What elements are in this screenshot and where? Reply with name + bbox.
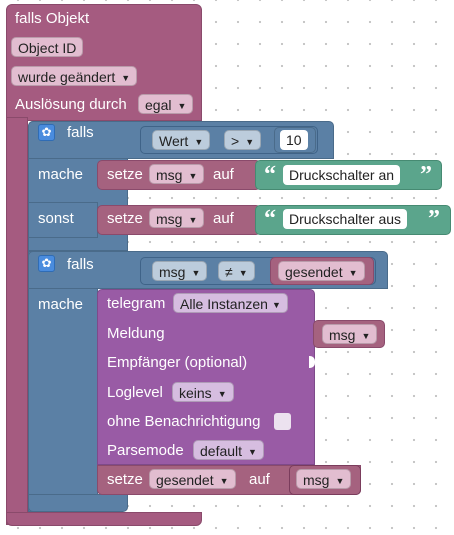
sent-value-value: msg — [303, 472, 330, 488]
if2-if-label: falls — [67, 256, 94, 273]
set-label: setze — [107, 166, 143, 183]
silent-checkbox[interactable] — [274, 413, 291, 430]
text-field-then[interactable]: Druckschalter an — [283, 165, 401, 185]
message-variable-dropdown[interactable]: msg ▼ — [322, 324, 378, 344]
if1-else-label: sonst — [38, 210, 74, 227]
compare-left-dropdown[interactable]: msg ▼ — [152, 261, 208, 281]
change-type-dropdown[interactable]: wurde geändert ▼ — [11, 66, 138, 86]
if1-if-label: falls — [67, 124, 94, 141]
set-var-value: msg — [156, 167, 183, 183]
chevron-down-icon: ▼ — [348, 268, 358, 278]
sent-value-dropdown[interactable]: msg ▼ — [296, 469, 352, 489]
quote-close-icon: ” — [420, 162, 432, 188]
quote-close-icon: ” — [428, 206, 440, 232]
chevron-down-icon: ▼ — [217, 389, 227, 399]
set-label: setze — [107, 471, 143, 488]
compare-operator-value: > — [231, 133, 240, 149]
if-block[interactable] — [28, 251, 98, 512]
set-var-dropdown[interactable]: msg ▼ — [149, 164, 205, 184]
telegram-label: telegram — [107, 295, 166, 312]
chevron-down-icon: ▼ — [271, 300, 281, 310]
if1-do-label: mache — [38, 166, 84, 183]
compare-right-value: gesendet — [285, 264, 343, 280]
settings-gear-icon[interactable]: ✿ — [38, 124, 55, 141]
message-variable-value: msg — [329, 327, 356, 343]
object-id-field[interactable]: Object ID — [11, 37, 84, 57]
set-label: setze — [107, 210, 143, 227]
compare-right-dropdown[interactable]: gesendet ▼ — [278, 261, 365, 281]
compare-left-value: msg — [159, 264, 186, 280]
object-id-label: Object ID — [18, 40, 77, 56]
number-value-field[interactable]: 10 — [280, 130, 308, 150]
compare-operator-dropdown[interactable]: > ▼ — [224, 130, 262, 150]
text-field-else[interactable]: Druckschalter aus — [283, 209, 408, 229]
on-object-change-block-footer — [6, 512, 202, 526]
loglevel-dropdown[interactable]: keins ▼ — [172, 382, 234, 402]
silent-label: ohne Benachrichtigung — [107, 413, 261, 430]
chevron-down-icon: ▼ — [245, 137, 255, 147]
chevron-down-icon: ▼ — [121, 73, 131, 83]
compare-operator-value: ≠ — [225, 264, 233, 280]
quote-open-icon: “ — [264, 206, 276, 232]
set-var-value: msg — [156, 211, 183, 227]
parsemode-dropdown[interactable]: default ▼ — [193, 440, 264, 460]
quote-open-icon: “ — [264, 162, 276, 188]
chevron-down-icon: ▼ — [191, 268, 201, 278]
compare-left-dropdown[interactable]: Wert ▼ — [152, 130, 211, 150]
message-label: Meldung — [107, 325, 165, 342]
set-var-dropdown[interactable]: msg ▼ — [149, 208, 205, 228]
chevron-down-icon: ▼ — [238, 268, 248, 278]
trigger-source-dropdown[interactable]: egal ▼ — [138, 94, 194, 114]
chevron-down-icon: ▼ — [188, 215, 198, 225]
parsemode-label: Parsemode — [107, 442, 184, 459]
to-label: auf — [213, 210, 234, 227]
chevron-down-icon: ▼ — [219, 476, 229, 486]
recipient-label: Empfänger (optional) — [107, 354, 248, 371]
settings-gear-icon[interactable]: ✿ — [38, 255, 55, 272]
if2-do-label: mache — [38, 296, 84, 313]
chevron-down-icon: ▼ — [194, 137, 204, 147]
compare-left-value: Wert — [159, 133, 189, 149]
loglevel-value: keins — [179, 385, 212, 401]
to-label: auf — [249, 471, 270, 488]
chevron-down-icon: ▼ — [177, 101, 187, 111]
set-sent-var-value: gesendet — [156, 472, 214, 488]
trigger-source-label: Auslösung durch — [15, 96, 127, 113]
loglevel-label: Loglevel — [107, 384, 163, 401]
chevron-down-icon: ▼ — [335, 476, 345, 486]
compare-operator-dropdown[interactable]: ≠ ▼ — [218, 261, 255, 281]
change-type-value: wurde geändert — [18, 69, 116, 85]
if-block-footer — [28, 494, 128, 512]
parsemode-value: default — [200, 443, 243, 459]
on-object-change-block-arm — [6, 117, 28, 525]
trigger-source-value: egal — [145, 97, 172, 113]
chevron-down-icon: ▼ — [188, 171, 198, 181]
instance-dropdown[interactable]: Alle Instanzen ▼ — [173, 293, 288, 313]
trigger-title: falls Objekt — [15, 10, 90, 27]
telegram-block[interactable] — [97, 289, 315, 465]
instance-value: Alle Instanzen — [180, 296, 268, 312]
to-label: auf — [213, 166, 234, 183]
chevron-down-icon: ▼ — [361, 331, 371, 341]
set-sent-var-dropdown[interactable]: gesendet ▼ — [149, 469, 236, 489]
chevron-down-icon: ▼ — [248, 447, 257, 457]
